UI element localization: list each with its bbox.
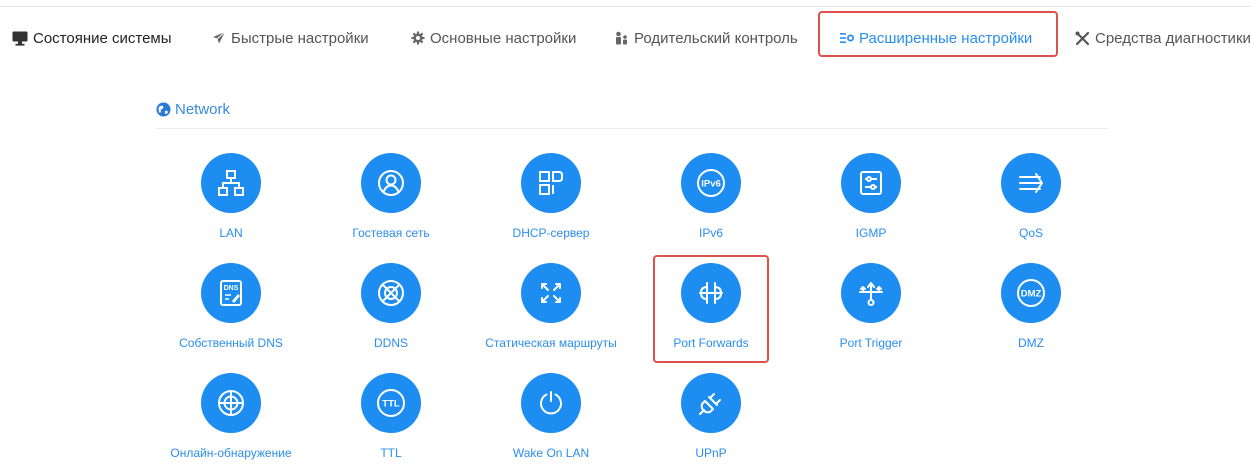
nav-item-diagnostic-tools[interactable]: Средства диагностики [1075, 14, 1251, 62]
top-navigation: Состояние системы Быстрые настройки Осно… [0, 14, 1251, 62]
tile-ttl[interactable]: TTL TTL [316, 373, 466, 460]
tile-custom-dns[interactable]: DNS Собственный DNS [156, 263, 306, 350]
qos-icon [1001, 153, 1061, 213]
guest-network-icon [361, 153, 421, 213]
nav-item-label: Состояние системы [33, 29, 172, 47]
tile-wake-on-lan[interactable]: Wake On LAN [476, 373, 626, 460]
tile-static-routes[interactable]: Статическая маршруты [476, 263, 626, 350]
nav-item-quick-settings[interactable]: Быстрые настройки [212, 14, 369, 62]
ipv6-icon: IPv6 [681, 153, 741, 213]
tile-label: Гостевая сеть [352, 226, 430, 240]
nav-item-label: Родительский контроль [634, 29, 798, 47]
tile-dhcp-server[interactable]: DHCP-сервер [476, 153, 626, 240]
nav-item-system-status[interactable]: Состояние системы [12, 14, 172, 62]
tile-dmz[interactable]: DMZ DMZ [956, 263, 1106, 350]
tile-label: IGMP [855, 226, 887, 240]
network-globe-icon [156, 102, 171, 117]
gear-icon [411, 31, 425, 45]
tile-label: DDNS [373, 336, 408, 350]
port-forwards-icon [681, 263, 741, 323]
tile-label: TTL [380, 446, 402, 460]
tile-label: Онлайн-обнаружение [170, 446, 292, 460]
port-trigger-icon [841, 263, 901, 323]
tile-lan[interactable]: LAN [156, 153, 306, 240]
tile-port-trigger[interactable]: Port Trigger [796, 263, 946, 350]
tile-guest-network[interactable]: Гостевая сеть [316, 153, 466, 240]
ttl-icon: TTL [361, 373, 421, 433]
dns-icon: DNS [201, 263, 261, 323]
tile-label: Wake On LAN [512, 446, 590, 460]
ddns-icon [361, 263, 421, 323]
tile-upnp[interactable]: UPnP [636, 373, 786, 460]
nav-item-label: Расширенные настройки [859, 29, 1033, 47]
svg-text:DNS: DNS [224, 285, 239, 292]
svg-text:TTL: TTL [382, 399, 400, 410]
tile-port-forwards[interactable]: Port Forwards [636, 263, 786, 350]
tile-label: DMZ [1018, 336, 1044, 350]
wake-on-lan-icon [521, 373, 581, 433]
tile-label: Port Trigger [839, 336, 903, 350]
advanced-settings-icon [840, 32, 854, 44]
tile-qos[interactable]: QoS [956, 153, 1106, 240]
tile-label: UPnP [695, 446, 727, 460]
tile-label: Port Forwards [673, 336, 749, 350]
tile-label: IPv6 [698, 226, 723, 240]
family-icon [614, 31, 629, 45]
nav-item-parental-control[interactable]: Родительский контроль [614, 14, 798, 62]
tile-label: Собственный DNS [179, 336, 283, 350]
nav-item-advanced-settings[interactable]: Расширенные настройки [840, 14, 1032, 62]
top-divider [0, 6, 1251, 7]
svg-text:IPv6: IPv6 [701, 179, 721, 190]
section-header-network: Network [156, 101, 230, 118]
lan-icon [201, 153, 261, 213]
tile-online-detection[interactable]: Онлайн-обнаружение [156, 373, 306, 460]
tools-icon [1075, 31, 1090, 46]
tile-label: DHCP-сервер [512, 226, 590, 240]
section-divider [156, 128, 1108, 129]
tile-label: LAN [219, 226, 243, 240]
tile-igmp[interactable]: IGMP [796, 153, 946, 240]
static-routes-icon [521, 263, 581, 323]
monitor-icon [12, 31, 28, 46]
tile-ddns[interactable]: DDNS [316, 263, 466, 350]
nav-item-label: Быстрые настройки [231, 29, 369, 47]
nav-item-basic-settings[interactable]: Основные настройки [411, 14, 576, 62]
igmp-icon [841, 153, 901, 213]
tile-label: Статическая маршруты [485, 336, 617, 350]
rocket-icon [212, 31, 226, 45]
svg-text:DMZ: DMZ [1021, 289, 1042, 300]
dmz-icon: DMZ [1001, 263, 1061, 323]
online-detection-icon [201, 373, 261, 433]
upnp-icon [681, 373, 741, 433]
nav-item-label: Основные настройки [430, 29, 577, 47]
dhcp-server-icon [521, 153, 581, 213]
tile-ipv6[interactable]: IPv6 IPv6 [636, 153, 786, 240]
tile-label: QoS [1018, 226, 1043, 240]
section-title: Network [175, 101, 231, 118]
nav-item-label: Средства диагностики [1095, 29, 1251, 47]
